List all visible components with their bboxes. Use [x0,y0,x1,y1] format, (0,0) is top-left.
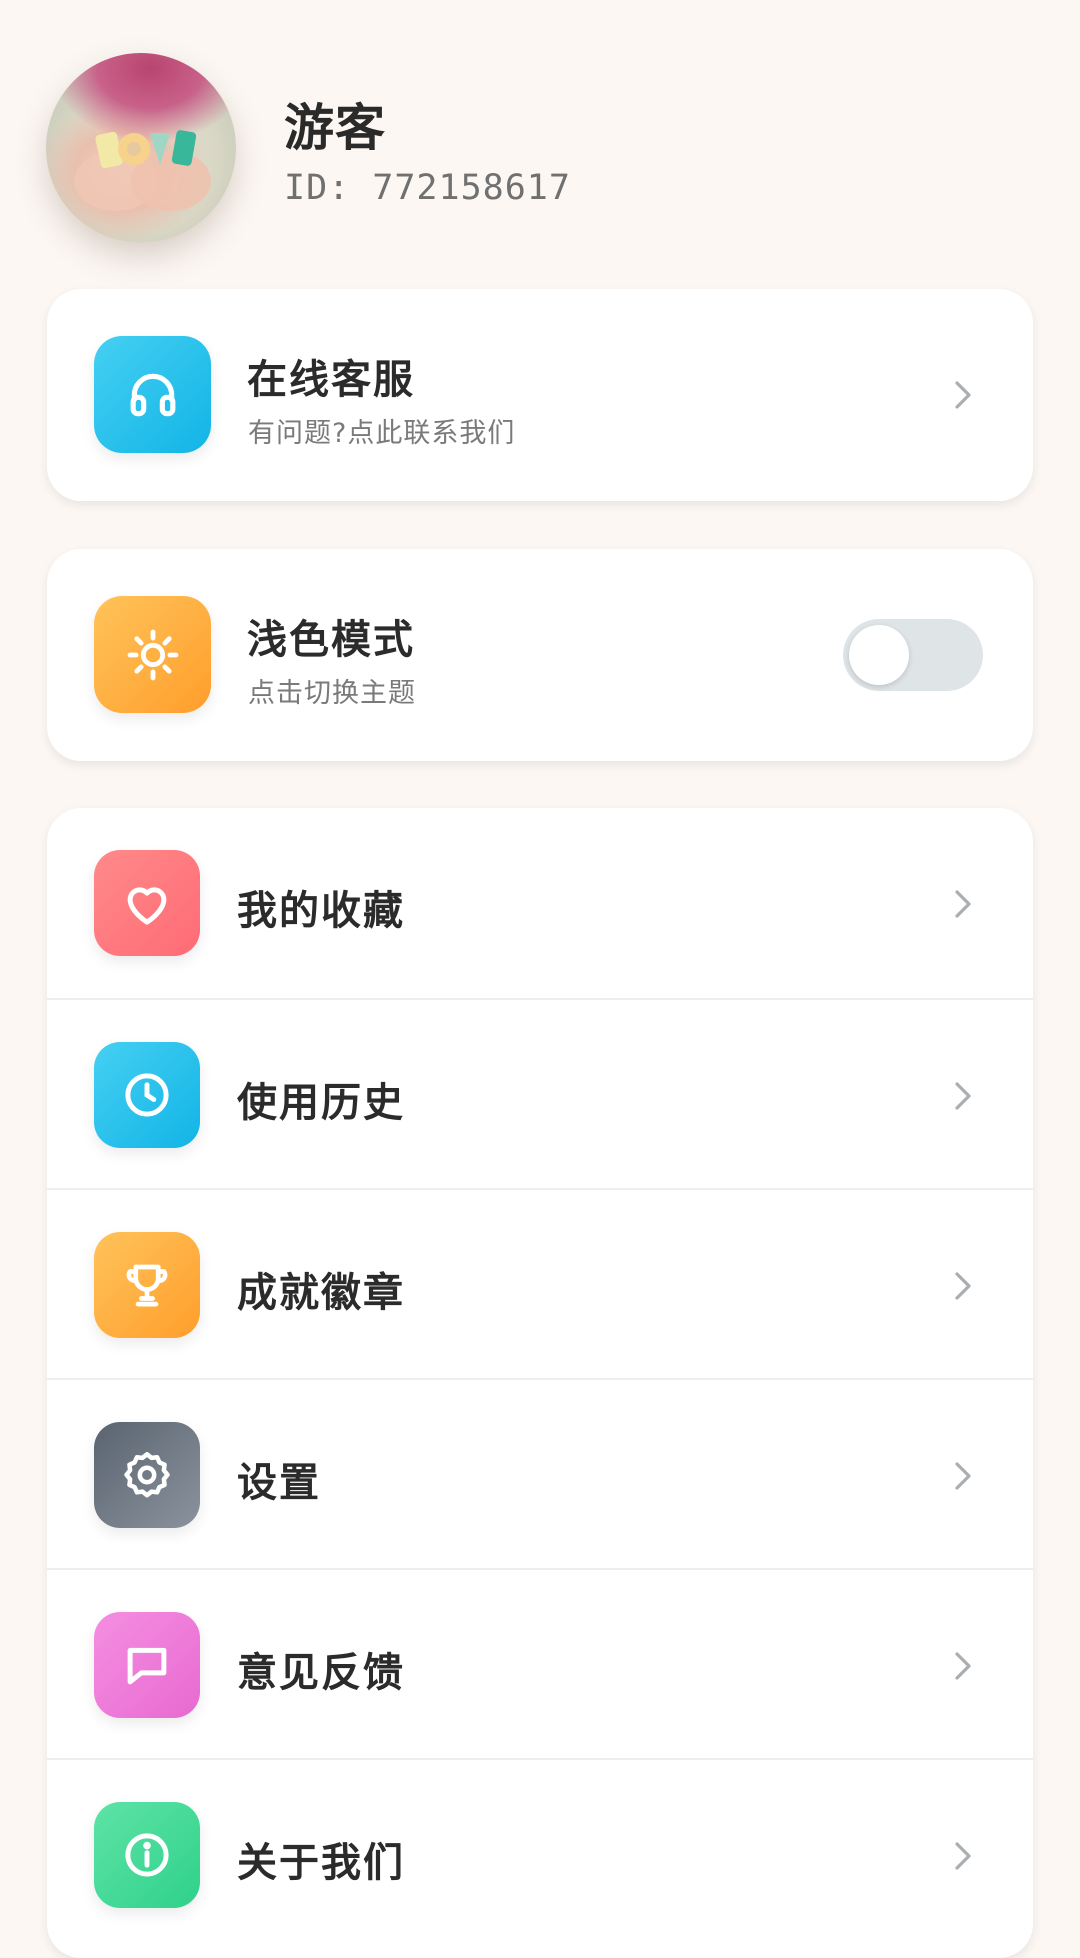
menu-item-label: 关于我们 [237,1840,405,1886]
theme-mode-title: 浅色模式 [247,617,415,663]
chevron-right-icon [955,1462,971,1490]
online-service-subtitle: 有问题?点此联系我们 [248,418,516,449]
menu-item-label: 使用历史 [237,1080,405,1126]
profile-header: 游客 ID: 772158617 [0,0,1080,280]
trophy-icon [94,1232,200,1338]
online-service-card[interactable]: 在线客服 有问题?点此联系我们 [47,289,1033,501]
profile-id: ID: 772158617 [284,168,571,208]
menu-item-feedback[interactable]: 意见反馈 [47,1568,1033,1760]
menu-item-settings[interactable]: 设置 [47,1378,1033,1570]
heart-icon [94,850,200,956]
menu-item-about[interactable]: 关于我们 [47,1758,1033,1950]
sun-icon [94,596,211,713]
chevron-right-icon [955,890,971,918]
gear-icon [94,1422,200,1528]
avatar-image [74,130,211,211]
theme-toggle[interactable] [843,619,983,691]
chevron-right-icon [955,1272,971,1300]
online-service-title: 在线客服 [247,357,415,403]
profile-name: 游客 [284,99,386,157]
chevron-right-icon [955,1652,971,1680]
menu-item-label: 意见反馈 [237,1650,405,1696]
menu-item-label: 我的收藏 [237,888,405,934]
chevron-right-icon [955,1082,971,1110]
chat-bubble-icon [94,1612,200,1718]
menu-item-achievements[interactable]: 成就徽章 [47,1188,1033,1380]
theme-mode-card: 浅色模式 点击切换主题 [47,549,1033,761]
clock-icon [94,1042,200,1148]
info-icon [94,1802,200,1908]
menu-item-label: 成就徽章 [237,1270,405,1316]
menu-item-history[interactable]: 使用历史 [47,998,1033,1190]
chevron-right-icon [955,1842,971,1870]
menu-item-label: 设置 [237,1460,321,1506]
headphones-icon [94,336,211,453]
toggle-knob [849,625,909,685]
menu-item-favorites[interactable]: 我的收藏 [47,808,1033,998]
menu-list: 我的收藏 使用历史 成就徽章 设置 意见反馈 关于我们 [47,808,1033,1958]
avatar[interactable] [46,53,236,243]
theme-mode-subtitle: 点击切换主题 [248,678,416,709]
chevron-right-icon [955,381,971,409]
